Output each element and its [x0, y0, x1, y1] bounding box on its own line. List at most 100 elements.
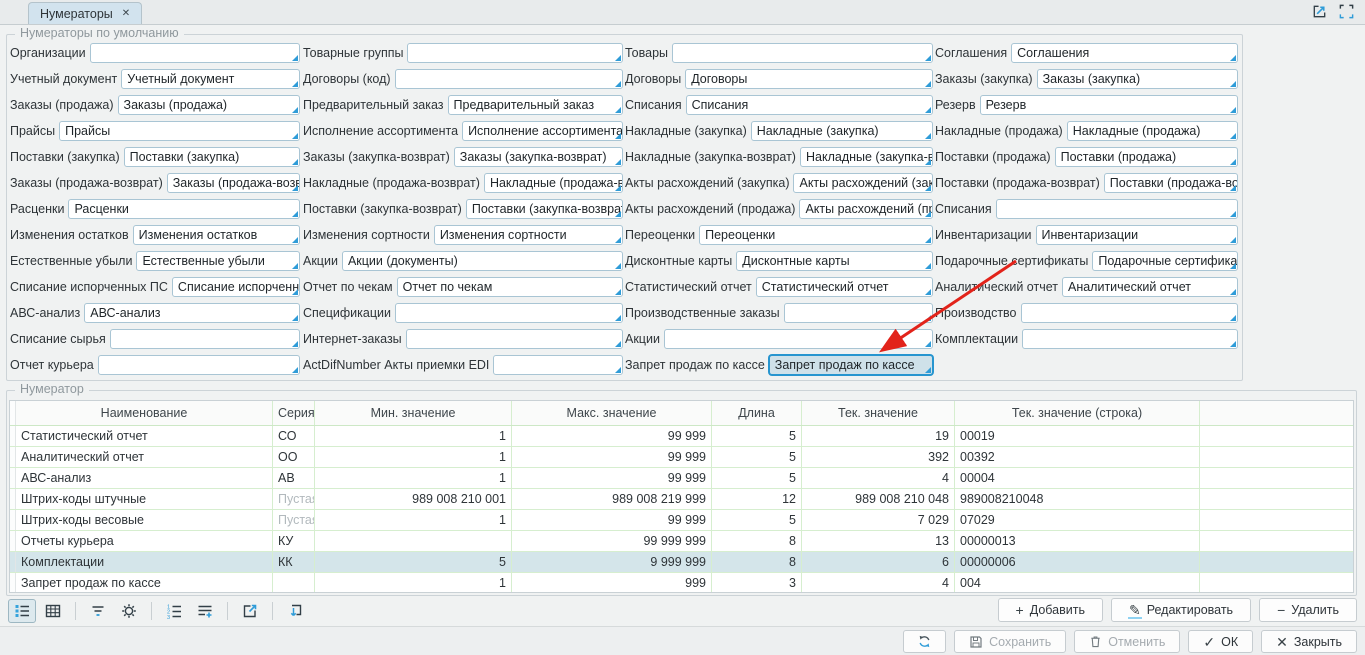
field-input[interactable]: Списания — [686, 95, 933, 115]
field-input[interactable] — [672, 43, 933, 63]
field-input[interactable] — [1021, 303, 1238, 323]
table-row[interactable]: АВС-анализАВ199 9995400004 — [10, 468, 1353, 489]
field-input[interactable]: Накладные (продажа) — [1067, 121, 1238, 141]
field-input[interactable]: Резерв — [980, 95, 1238, 115]
field-input[interactable] — [98, 355, 300, 375]
repeat-icon[interactable] — [281, 599, 309, 623]
field-input[interactable]: Расценки — [68, 199, 300, 219]
field-input[interactable]: Изменения остатков — [133, 225, 300, 245]
field-input[interactable]: Переоценки — [699, 225, 933, 245]
field-input[interactable] — [90, 43, 300, 63]
table-view-icon[interactable] — [39, 599, 67, 623]
field-label: Переоценки — [625, 228, 699, 242]
field-input[interactable]: Аналитический отчет — [1062, 277, 1238, 297]
field-input[interactable]: Дисконтные карты — [736, 251, 933, 271]
refresh-button[interactable] — [903, 630, 946, 653]
field-input[interactable] — [784, 303, 933, 323]
column-header[interactable]: Макс. значение — [512, 401, 712, 425]
field-label: Соглашения — [935, 46, 1011, 60]
field-input[interactable]: Списание испорченных ПС — [172, 277, 300, 297]
open-in-new-window-icon[interactable] — [1311, 3, 1328, 23]
table-row[interactable]: Статистический отчетСО199 99951900019 — [10, 426, 1353, 447]
dock-layout-icon[interactable] — [1338, 3, 1355, 23]
field-input[interactable]: Накладные (закупка-возврат) — [800, 147, 933, 167]
table-row[interactable]: Штрих-коды весовыеПустая199 99957 029070… — [10, 510, 1353, 531]
field-input[interactable] — [664, 329, 933, 349]
table-row[interactable]: Аналитический отчетОО199 999539200392 — [10, 447, 1353, 468]
field-input[interactable]: Акты расхождений (продажа) — [799, 199, 933, 219]
table-cell: 989 008 210 001 — [315, 489, 512, 509]
field-input[interactable]: Заказы (продажа) — [118, 95, 300, 115]
field-input[interactable] — [1022, 329, 1238, 349]
field-label: Прайсы — [10, 124, 59, 138]
field-input[interactable] — [493, 355, 623, 375]
table-row[interactable]: Запрет продаж по кассе199934004 — [10, 573, 1353, 593]
column-header[interactable]: Длина — [712, 401, 802, 425]
field-input[interactable] — [406, 329, 623, 349]
column-header[interactable]: Тек. значение — [802, 401, 955, 425]
card-view-icon[interactable] — [8, 599, 36, 623]
table-row[interactable]: Штрих-коды штучныеПустая989 008 210 0019… — [10, 489, 1353, 510]
field-input[interactable] — [395, 303, 623, 323]
field-input[interactable]: Прайсы — [59, 121, 300, 141]
ok-button[interactable]: ✓ ОК — [1188, 630, 1253, 653]
field-input[interactable]: Соглашения — [1011, 43, 1238, 63]
field-input[interactable]: Запрет продаж по кассе — [769, 355, 933, 375]
field-input[interactable]: Заказы (закупка) — [1037, 69, 1238, 89]
field-label: Учетный документ — [10, 72, 121, 86]
field-input[interactable] — [395, 69, 623, 89]
field-input[interactable] — [996, 199, 1238, 219]
field-input[interactable]: АВС-анализ — [84, 303, 300, 323]
field-label: Поставки (закупка-возврат) — [303, 202, 466, 216]
tab-close-icon[interactable]: ✕ — [122, 9, 130, 19]
field-input[interactable]: Учетный документ — [121, 69, 300, 89]
field-input[interactable]: Подарочные сертификаты — [1092, 251, 1238, 271]
field-input[interactable] — [407, 43, 623, 63]
cancel-button[interactable]: Отменить — [1074, 630, 1180, 653]
default-numerator-field: СписанияСписания — [625, 92, 933, 118]
field-input[interactable]: Исполнение ассортимента — [462, 121, 623, 141]
filter-icon[interactable] — [84, 599, 112, 623]
field-label: Изменения остатков — [10, 228, 133, 242]
default-numerator-field: Учетный документУчетный документ — [10, 66, 300, 92]
column-header[interactable]: Тек. значение (строка) — [955, 401, 1200, 425]
field-input[interactable]: Изменения сортности — [434, 225, 623, 245]
table-cell — [273, 573, 315, 593]
numbered-list-icon[interactable]: 1 2 3 — [160, 599, 188, 623]
field-input[interactable]: Заказы (продажа-возврат) — [167, 173, 300, 193]
field-label: Списание сырья — [10, 332, 110, 346]
open-external-icon[interactable] — [236, 599, 264, 623]
field-input[interactable]: Поставки (закупка) — [124, 147, 300, 167]
field-input[interactable]: Накладные (закупка) — [751, 121, 933, 141]
field-input[interactable]: Заказы (закупка-возврат) — [454, 147, 623, 167]
table-row[interactable]: Отчеты курьераКУ99 999 99981300000013 — [10, 531, 1353, 552]
close-button[interactable]: ✕ Закрыть — [1261, 630, 1357, 653]
add-row-icon[interactable] — [191, 599, 219, 623]
field-input[interactable] — [110, 329, 300, 349]
table-cell: 999 — [512, 573, 712, 593]
field-input[interactable]: Поставки (продажа) — [1055, 147, 1238, 167]
gear-icon[interactable] — [115, 599, 143, 623]
field-label: Накладные (закупка) — [625, 124, 751, 138]
save-button[interactable]: Сохранить — [954, 630, 1066, 653]
field-input[interactable]: Инвентаризации — [1036, 225, 1238, 245]
add-button[interactable]: + Добавить — [998, 598, 1103, 622]
table-row[interactable]: КомплектацииКК59 999 9998600000006 — [10, 552, 1353, 573]
column-header[interactable]: Мин. значение — [315, 401, 512, 425]
delete-button[interactable]: − Удалить — [1259, 598, 1357, 622]
tab-numerators[interactable]: Нумераторы ✕ — [28, 2, 142, 24]
field-input[interactable]: Статистический отчет — [756, 277, 933, 297]
column-header[interactable]: Наименование — [16, 401, 273, 425]
field-label: Подарочные сертификаты — [935, 254, 1092, 268]
field-input[interactable]: Договоры — [685, 69, 933, 89]
field-input[interactable]: Отчет по чекам — [397, 277, 623, 297]
field-input[interactable]: Накладные (продажа-возврат) — [484, 173, 623, 193]
field-input[interactable]: Предварительный заказ — [448, 95, 623, 115]
edit-button[interactable]: ✎ Редактировать — [1111, 598, 1251, 622]
field-input[interactable]: Акты расхождений (закупка) — [793, 173, 933, 193]
column-header[interactable]: Серия — [273, 401, 315, 425]
field-input[interactable]: Акции (документы) — [342, 251, 623, 271]
field-input[interactable]: Поставки (продажа-возврат) — [1104, 173, 1238, 193]
field-input[interactable]: Естественные убыли — [136, 251, 300, 271]
field-input[interactable]: Поставки (закупка-возврат) — [466, 199, 623, 219]
